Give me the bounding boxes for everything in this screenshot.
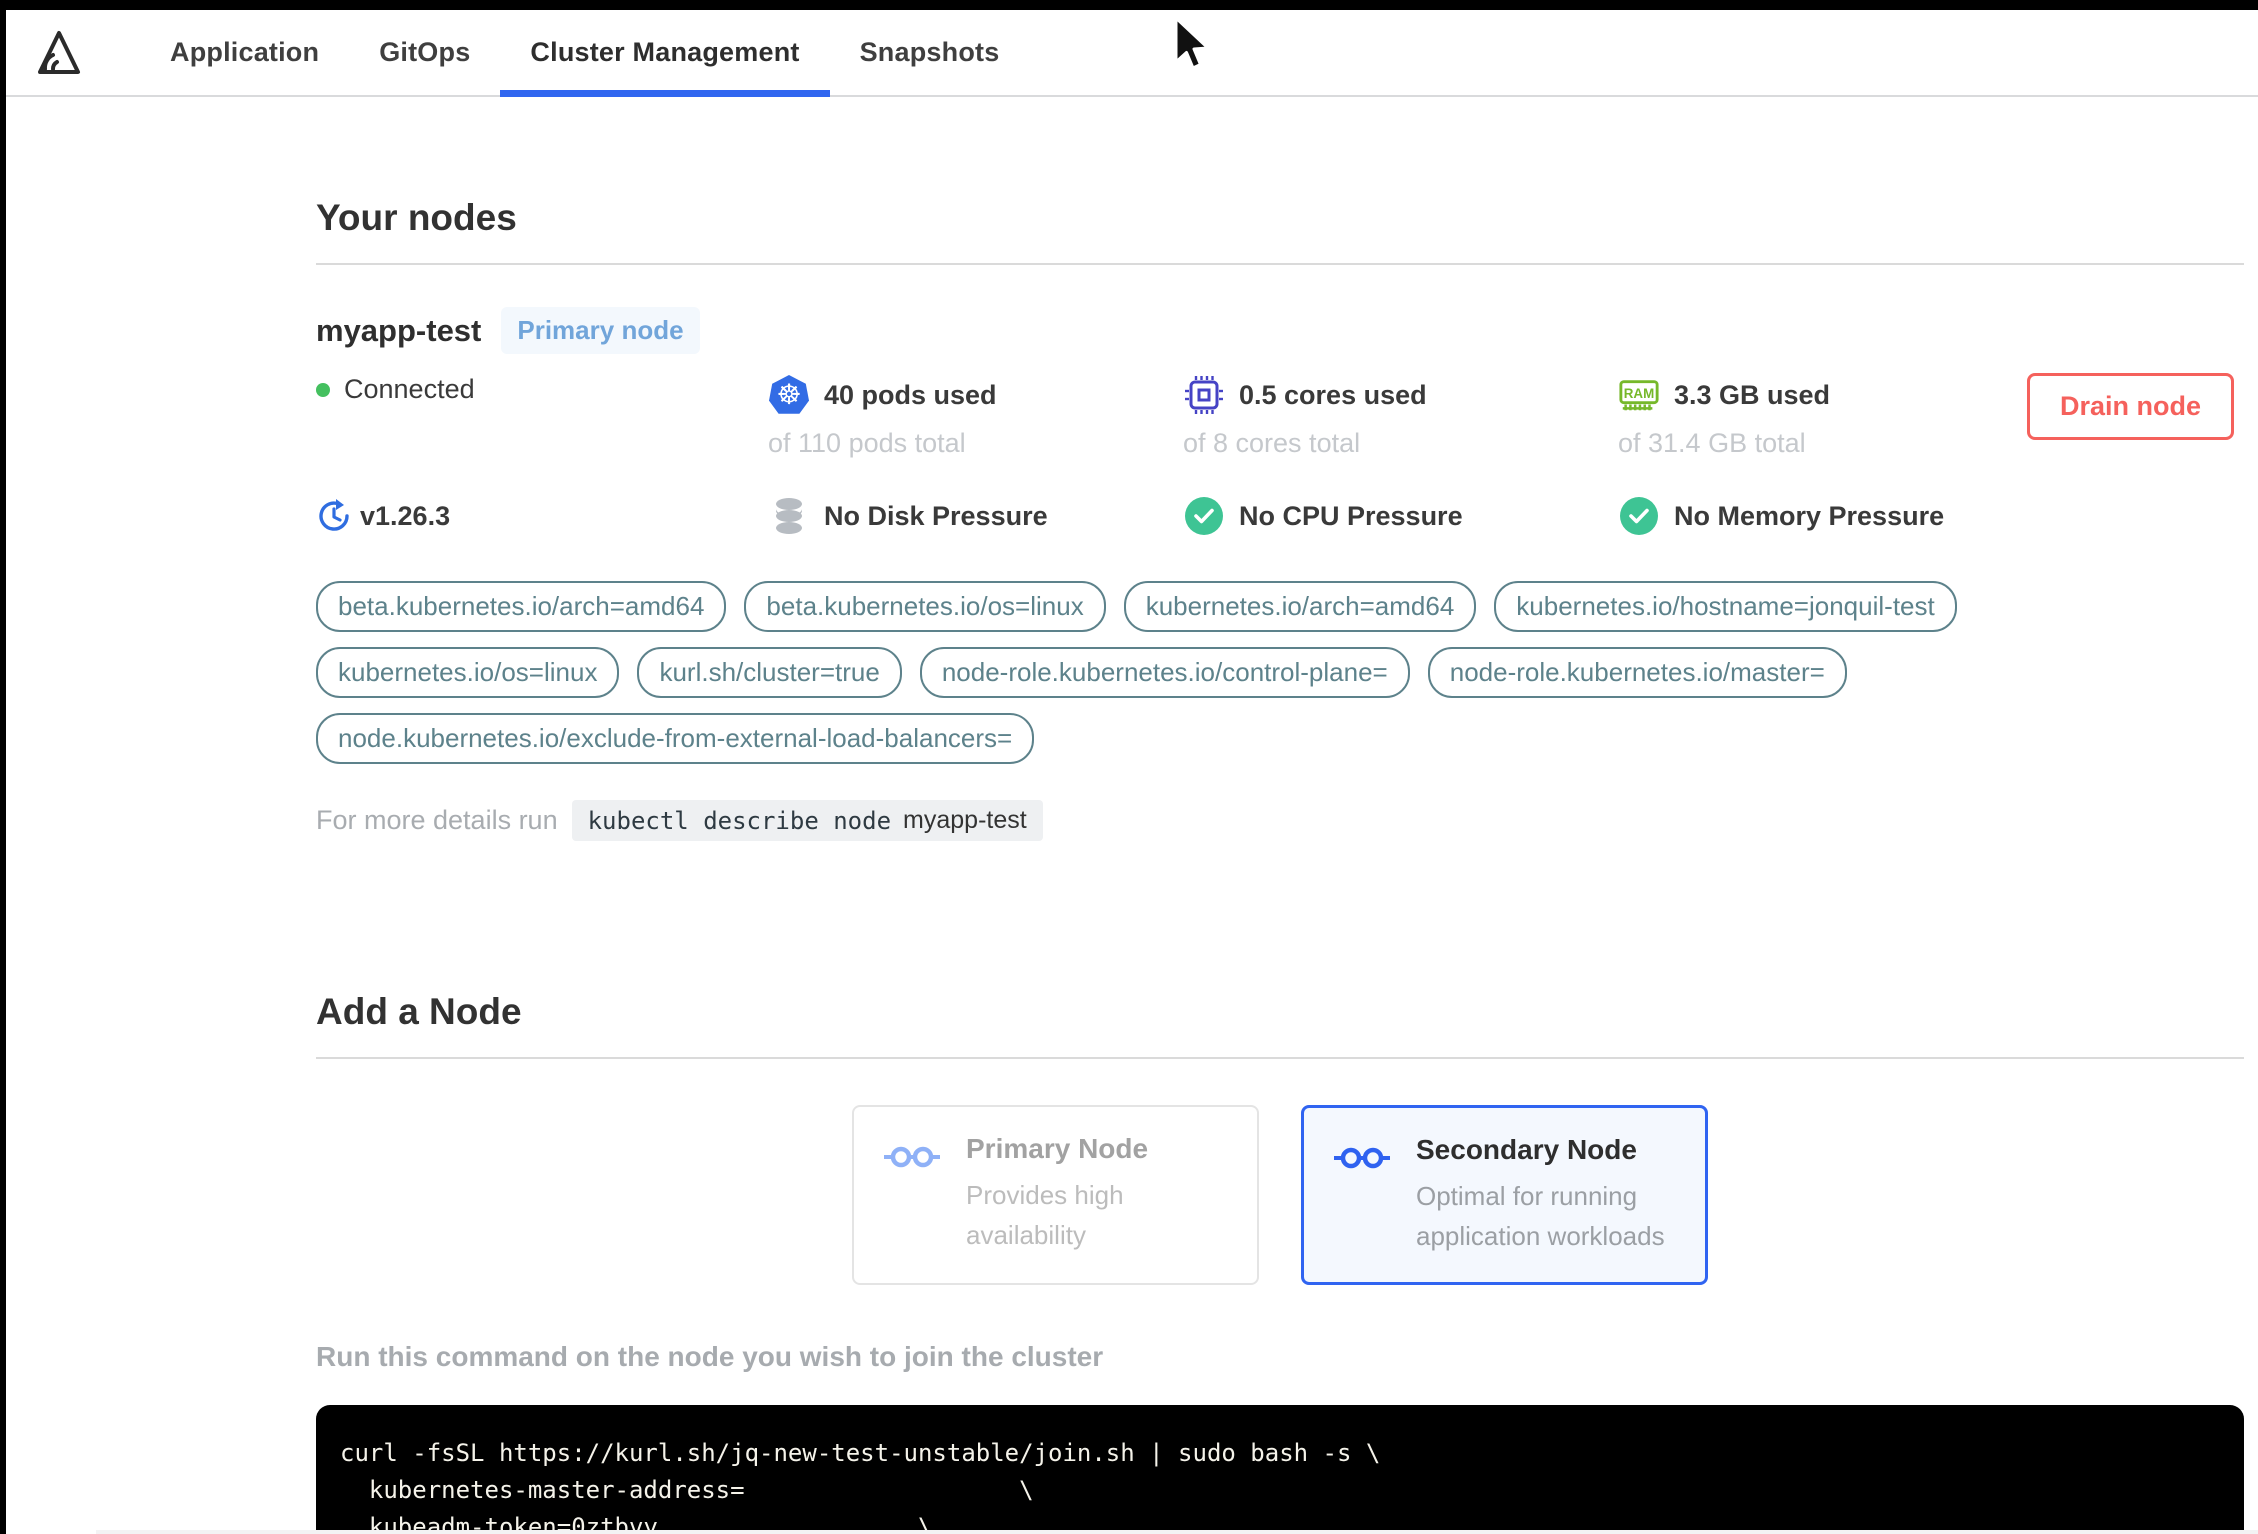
node-labels: beta.kubernetes.io/arch=amd64 beta.kuber…	[316, 581, 2066, 764]
version-history-icon	[316, 495, 352, 537]
node-type-options: Primary Node Provides high availability …	[316, 1105, 2244, 1285]
node-link-icon	[1334, 1144, 1390, 1256]
secondary-node-option-subtitle: Optimal for running application workload…	[1416, 1181, 1665, 1251]
replicated-logo-icon	[38, 30, 80, 74]
cpu-pressure-condition: No CPU Pressure	[1183, 495, 1618, 537]
primary-node-option[interactable]: Primary Node Provides high availability	[852, 1105, 1259, 1285]
node-card: myapp-test Primary node Connected ☸ 40 p…	[316, 265, 2244, 841]
top-nav: Application GitOps Cluster Management Sn…	[6, 10, 2258, 97]
add-node-title: Add a Node	[316, 991, 522, 1032]
node-label-pill: beta.kubernetes.io/arch=amd64	[316, 581, 727, 632]
details-hint-row: For more details run kubectl describe no…	[316, 800, 2244, 841]
cpu-icon	[1183, 374, 1225, 416]
secondary-node-option[interactable]: Secondary Node Optimal for running appli…	[1301, 1105, 1708, 1285]
disk-icon	[768, 495, 810, 537]
primary-node-option-subtitle: Provides high availability	[966, 1180, 1124, 1250]
node-label-pill: kubernetes.io/arch=amd64	[1123, 581, 1477, 632]
svg-text:RAM: RAM	[1624, 386, 1654, 401]
main-content: Your nodes myapp-test Primary node Conne…	[316, 97, 2244, 1534]
pods-stat: ☸ 40 pods used of 110 pods total	[768, 374, 1183, 459]
kubernetes-icon: ☸	[768, 374, 810, 416]
cores-total: of 8 cores total	[1183, 428, 1361, 458]
tab-snapshots[interactable]: Snapshots	[830, 10, 1030, 95]
add-node-section: Add a Node Primary Node Provides high av…	[316, 991, 2244, 1534]
pods-total: of 110 pods total	[768, 428, 966, 458]
node-label-pill: node-role.kubernetes.io/control-plane=	[919, 647, 1410, 698]
kubectl-describe-chip: kubectl describe node myapp-test	[571, 800, 1043, 841]
node-label-pill: kubernetes.io/os=linux	[316, 647, 620, 698]
your-nodes-title: Your nodes	[316, 197, 517, 238]
check-icon	[1183, 495, 1225, 537]
node-label-pill: node-role.kubernetes.io/master=	[1427, 647, 1847, 698]
node-label-pill: beta.kubernetes.io/os=linux	[744, 581, 1106, 632]
disk-pressure-condition: No Disk Pressure	[768, 495, 1183, 537]
memory-pressure-condition: No Memory Pressure	[1618, 495, 2244, 537]
connected-status: Connected	[344, 374, 475, 404]
tab-application[interactable]: Application	[140, 10, 349, 95]
details-hint: For more details run	[316, 805, 558, 835]
nav-tabs: Application GitOps Cluster Management Sn…	[140, 10, 1030, 97]
node-label-pill: node.kubernetes.io/exclude-from-external…	[316, 713, 1035, 764]
code-line: kubernetes-master-address= \	[340, 1476, 1034, 1504]
app-window: Application GitOps Cluster Management Sn…	[6, 10, 2258, 1534]
node-stats-grid: Connected ☸ 40 pods used of 110 pods tot…	[316, 374, 2244, 537]
drain-node-button[interactable]: Drain node	[2026, 373, 2234, 440]
secondary-node-option-title: Secondary Node	[1416, 1134, 1637, 1165]
node-label-pill: kubernetes.io/hostname=jonquil-test	[1494, 581, 1957, 632]
tab-gitops[interactable]: GitOps	[349, 10, 500, 95]
ram-icon: RAM	[1618, 374, 1660, 416]
connected-status-icon	[316, 382, 330, 397]
section-divider	[316, 1057, 2244, 1059]
primary-node-option-title: Primary Node	[966, 1133, 1149, 1164]
primary-node-badge: Primary node	[501, 307, 700, 354]
cores-stat: 0.5 cores used of 8 cores total	[1183, 374, 1618, 459]
code-line: curl -fsSL https://kurl.sh/jq-new-test-u…	[340, 1439, 1381, 1467]
node-name: myapp-test	[316, 312, 482, 348]
kubernetes-version: v1.26.3	[360, 500, 451, 531]
your-nodes-section: Your nodes myapp-test Primary node Conne…	[316, 97, 2244, 841]
tab-cluster-management[interactable]: Cluster Management	[500, 10, 830, 97]
node-label-pill: kurl.sh/cluster=true	[637, 647, 902, 698]
node-link-icon	[884, 1143, 940, 1257]
check-icon	[1618, 495, 1660, 537]
bottom-edge-strip	[96, 1530, 2258, 1534]
join-command-code-block: curl -fsSL https://kurl.sh/jq-new-test-u…	[316, 1405, 2244, 1534]
join-command-instruction: Run this command on the node you wish to…	[316, 1341, 1104, 1372]
